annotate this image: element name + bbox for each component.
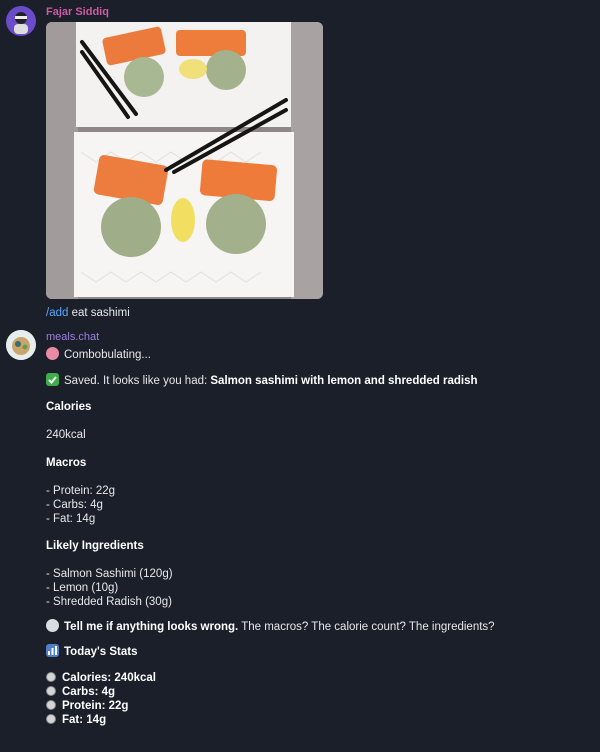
stat-item: Protein: 22g xyxy=(46,700,128,712)
bar-chart-icon xyxy=(46,644,59,657)
stats-heading: Today's Stats xyxy=(46,644,137,658)
macros-heading: Macros xyxy=(46,457,86,469)
calories-value: 240kcal xyxy=(46,429,86,441)
ingredients-heading: Likely Ingredients xyxy=(46,540,144,552)
circle-icon xyxy=(46,686,56,696)
brain-icon xyxy=(46,347,59,360)
speech-bubble-icon xyxy=(46,619,59,632)
status-line: Combobulating... xyxy=(46,347,151,361)
stat-protein: Protein: 22g xyxy=(62,700,129,712)
status-text: Combobulating... xyxy=(64,349,151,361)
calories-heading: Calories xyxy=(46,401,91,413)
feedback-bold: Tell me if anything looks wrong. xyxy=(64,621,239,633)
ingredient-item: - Lemon (10g) xyxy=(46,582,119,594)
stat-item: Carbs: 4g xyxy=(46,686,115,698)
add-command[interactable]: /add xyxy=(46,307,68,319)
stat-fat: Fat: 14g xyxy=(62,714,107,726)
meal-photo[interactable] xyxy=(46,22,323,299)
circle-icon xyxy=(46,672,56,682)
bot-name[interactable]: meals.chat xyxy=(46,331,99,343)
saved-food: Salmon sashimi with lemon and shredded r… xyxy=(210,375,478,387)
feedback-line: Tell me if anything looks wrong. The mac… xyxy=(46,619,495,633)
user-avatar[interactable] xyxy=(6,6,36,36)
bot-avatar[interactable] xyxy=(6,330,36,360)
stats-heading-text: Today's Stats xyxy=(64,646,138,658)
user-name[interactable]: Fajar Siddiq xyxy=(46,6,109,18)
user-message-text: /add eat sashimi xyxy=(46,307,130,319)
macros-heading-text: Macros xyxy=(46,457,87,469)
macro-protein: - Protein: 22g xyxy=(46,485,116,497)
calories-heading-text: Calories xyxy=(46,401,92,413)
saved-line: Saved. It looks like you had: Salmon sas… xyxy=(46,373,478,387)
stat-calories: Calories: 240kcal xyxy=(62,672,156,684)
stat-item: Fat: 14g xyxy=(46,714,106,726)
circle-icon xyxy=(46,700,56,710)
ingredient-item: - Shredded Radish (30g) xyxy=(46,596,172,608)
stat-carbs: Carbs: 4g xyxy=(62,686,116,698)
stat-item: Calories: 240kcal xyxy=(46,672,156,684)
circle-icon xyxy=(46,714,56,724)
ingredient-item: - Salmon Sashimi (120g) xyxy=(46,568,173,580)
feedback-rest: The macros? The calorie count? The ingre… xyxy=(238,621,495,633)
macro-carbs: - Carbs: 4g xyxy=(46,499,103,511)
saved-prefix: Saved. It looks like you had: xyxy=(64,375,211,387)
macro-fat: - Fat: 14g xyxy=(46,513,96,525)
check-icon xyxy=(46,373,59,386)
ingredients-heading-text: Likely Ingredients xyxy=(46,540,144,552)
message-text: eat sashimi xyxy=(68,307,130,319)
